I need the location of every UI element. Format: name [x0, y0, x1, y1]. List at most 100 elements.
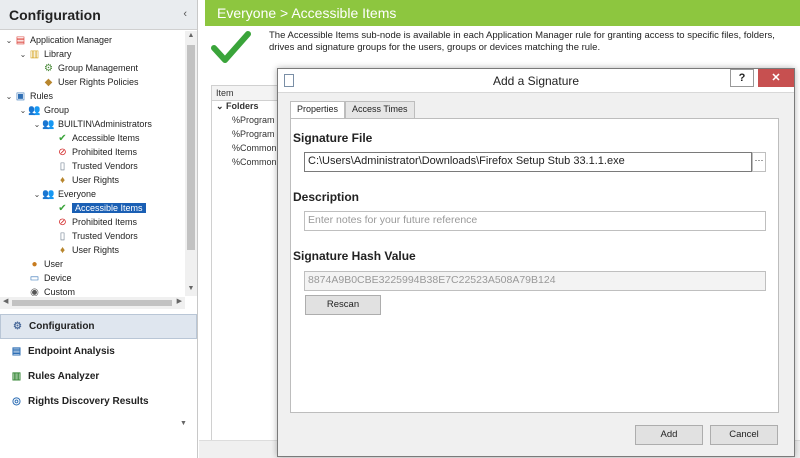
custom-icon: ◉: [30, 286, 39, 297]
tree-item[interactable]: ⌄ 👥 BUILTIN\Administrators: [32, 117, 152, 131]
group-management-icon: ⚙: [44, 62, 53, 74]
app-manager-icon: ▤: [15, 34, 26, 46]
group-icon: 👥: [28, 104, 41, 116]
cancel-button[interactable]: Cancel: [710, 425, 778, 445]
tree-item-label: Group Management: [58, 63, 139, 73]
document-icon: ▯: [59, 230, 66, 242]
nav-button-rights-discovery-results[interactable]: ◎ Rights Discovery Results: [0, 389, 197, 414]
collapse-pane-icon[interactable]: ‹: [183, 8, 187, 20]
chevron-down-icon[interactable]: ⌄: [32, 190, 42, 199]
tree-item[interactable]: ⌄ 👥 Group: [18, 103, 69, 117]
tree-item-label: Accessible Items: [72, 203, 146, 213]
user-icon: ●: [31, 258, 38, 270]
pane-header: Configuration ‹: [0, 0, 197, 30]
add-button[interactable]: Add: [635, 425, 703, 445]
configuration-tree: ⌄ ▤ Application Manager ⌄ ▥ Library ⚙ Group Man…: [0, 31, 185, 297]
tree-item[interactable]: ⌄ ▥ Library: [18, 47, 72, 61]
navigation-pane: Configuration ‹ ⌄ ▤ Application Manager ⌄ ▥ L…: [0, 0, 198, 458]
prohibited-icon: ⊘: [58, 146, 67, 158]
chevron-down-icon[interactable]: ⌄: [18, 50, 28, 59]
tree-item-label: User Rights Policies: [58, 77, 139, 87]
chevron-down-icon[interactable]: ⌄: [18, 106, 28, 115]
tab-access-times[interactable]: Access Times: [345, 101, 415, 119]
tree-item[interactable]: ♦ User Rights: [46, 243, 119, 257]
endpoint-analysis-icon: ▤: [11, 346, 22, 357]
tree-item-label: Device: [44, 273, 72, 283]
tree-item[interactable]: ⌄ 👥 Everyone: [32, 187, 96, 201]
add-signature-dialog: Add a Signature ? ✕ Properties Access Ti…: [277, 68, 795, 457]
close-button[interactable]: ✕: [758, 69, 794, 87]
rules-analyzer-icon: ▥: [11, 371, 22, 382]
tree-item[interactable]: ◆ User Rights Policies: [32, 75, 139, 89]
tree-item[interactable]: ▯ Trusted Vendors: [46, 229, 138, 243]
dialog-tabs: Properties Access Times: [290, 101, 415, 119]
group-icon: 👥: [42, 188, 55, 200]
scroll-thumb[interactable]: [12, 300, 172, 306]
dialog-titlebar: Add a Signature ? ✕: [278, 69, 794, 93]
scroll-thumb[interactable]: [187, 45, 195, 250]
tree-item-label: Everyone: [58, 189, 97, 199]
tree-vertical-scrollbar[interactable]: ▲ ▼: [185, 31, 197, 296]
nav-button-configuration[interactable]: ⚙ Configuration: [0, 314, 197, 339]
scroll-up-icon[interactable]: ▲: [185, 32, 197, 42]
device-icon: ▭: [29, 272, 40, 284]
tree-item[interactable]: ◉ Custom: [18, 285, 76, 297]
tab-properties[interactable]: Properties: [290, 101, 346, 119]
check-icon: ✔: [58, 132, 67, 144]
help-button[interactable]: ?: [730, 69, 754, 87]
nav-button-endpoint-analysis[interactable]: ▤ Endpoint Analysis: [0, 339, 197, 364]
library-icon: ▥: [29, 48, 40, 60]
tree-item[interactable]: ♦ User Rights: [46, 173, 119, 187]
user-rights-icon: ♦: [59, 244, 66, 256]
pane-title: Configuration: [9, 6, 101, 23]
signature-file-field[interactable]: C:\Users\Administrator\Downloads\Firefox…: [304, 152, 752, 172]
tree-item-label: BUILTIN\Administrators: [58, 119, 152, 129]
browse-button[interactable]: ···: [752, 152, 766, 172]
chevron-down-icon[interactable]: ▼: [180, 420, 187, 427]
tree-item-label: Trusted Vendors: [72, 231, 138, 241]
description-text: The Accessible Items sub-node is availab…: [269, 30, 775, 53]
tree-item[interactable]: ⊘ Prohibited Items: [46, 215, 137, 229]
tree-item[interactable]: ⊘ Prohibited Items: [46, 145, 137, 159]
tree-item[interactable]: ● User: [18, 257, 63, 271]
tree-item-label: Custom: [44, 287, 76, 296]
chevron-down-icon[interactable]: ⌄: [4, 36, 14, 45]
nav-button-rules-analyzer[interactable]: ▥ Rules Analyzer: [0, 364, 197, 389]
hash-label: Signature Hash Value: [293, 249, 416, 263]
tree-item[interactable]: ⌄ ▣ Rules: [4, 89, 53, 103]
tree-item[interactable]: ✔ Accessible Items: [46, 201, 146, 215]
chevron-down-icon[interactable]: ⌄: [32, 120, 42, 129]
tree-item-label: Group: [44, 105, 70, 115]
prohibited-icon: ⊘: [58, 216, 67, 228]
rules-icon: ▣: [15, 90, 26, 102]
hash-value-field[interactable]: 8874A9B0CBE3225994B38E7C22523A508A79B124: [304, 271, 766, 291]
list-group-label: Folders: [226, 101, 259, 111]
document-icon: [284, 74, 294, 87]
tree-item-label: Rules: [30, 91, 54, 101]
description-field[interactable]: Enter notes for your future reference: [304, 211, 766, 231]
user-rights-icon: ♦: [59, 174, 66, 186]
tree-item-label: Prohibited Items: [72, 147, 138, 157]
nav-buttons: ⚙ Configuration ▤ Endpoint Analysis ▥ Rules A…: [0, 314, 197, 414]
tree-item[interactable]: ⌄ ▤ Application Manager: [4, 33, 112, 47]
group-icon: 👥: [42, 118, 55, 130]
tree-item[interactable]: ▭ Device: [18, 271, 72, 285]
rescan-button[interactable]: Rescan: [305, 295, 381, 315]
scroll-left-icon[interactable]: ◀: [3, 297, 8, 305]
properties-panel: Signature File C:\Users\Administrator\Do…: [290, 118, 779, 413]
dialog-title: Add a Signature: [492, 73, 580, 88]
tree-item-label: User Rights: [72, 245, 120, 255]
nav-button-label: Configuration: [29, 321, 95, 332]
tree-item[interactable]: ▯ Trusted Vendors: [46, 159, 138, 173]
tree-item[interactable]: ✔ Accessible Items: [46, 131, 140, 145]
signature-file-label: Signature File: [293, 131, 373, 145]
tree-item[interactable]: ⚙ Group Management: [32, 61, 138, 75]
tree-item-label: Accessible Items: [72, 133, 140, 143]
scroll-right-icon[interactable]: ▶: [177, 297, 182, 305]
tree-item-label: Prohibited Items: [72, 217, 138, 227]
tree-horizontal-scrollbar[interactable]: ◀ ▶: [0, 297, 185, 309]
description-label: Description: [293, 190, 360, 204]
chevron-down-icon[interactable]: ⌄: [4, 92, 14, 101]
scroll-down-icon[interactable]: ▼: [185, 285, 197, 295]
chevron-down-icon: ⌄: [216, 101, 227, 111]
